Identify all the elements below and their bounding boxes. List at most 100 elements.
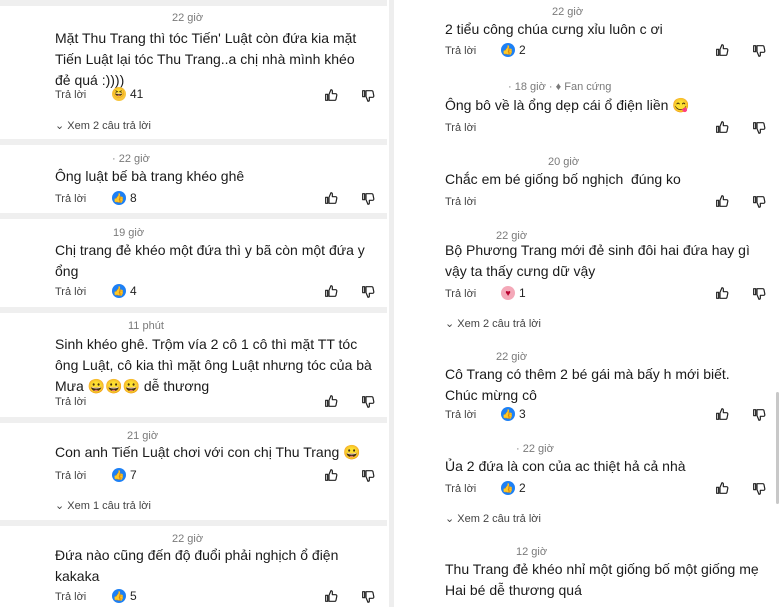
like-badge-icon: 👍 xyxy=(501,481,515,495)
like-icon[interactable] xyxy=(323,190,339,206)
like-icon[interactable] xyxy=(323,87,339,103)
fan-badge: Fan cứng xyxy=(564,81,612,93)
like-icon[interactable] xyxy=(714,480,730,496)
reaction-number: 7 xyxy=(130,468,137,482)
comment-time: 20 giờ xyxy=(548,156,580,168)
chevron-down-icon: ⌄ xyxy=(55,120,65,132)
reply-button[interactable]: Trả lời xyxy=(445,483,476,495)
comment-text: Thu Trang đẻ khéo nhỉ một giống bố một g… xyxy=(445,561,759,598)
reaction-count[interactable]: 👍 5 xyxy=(112,589,137,603)
like-badge-icon: 👍 xyxy=(112,191,126,205)
reply-button[interactable]: Trả lời xyxy=(55,286,86,298)
reaction-number: 2 xyxy=(519,481,526,495)
like-icon[interactable] xyxy=(714,119,730,135)
like-badge-icon: 👍 xyxy=(501,407,515,421)
reaction-number: 4 xyxy=(130,284,137,298)
reaction-count[interactable]: ♥ 1 xyxy=(501,286,526,300)
reaction-count[interactable]: 👍 4 xyxy=(112,284,137,298)
reply-button[interactable]: Trả lời xyxy=(55,470,86,482)
like-icon[interactable] xyxy=(714,406,730,422)
dislike-icon[interactable] xyxy=(360,284,376,300)
dislike-icon[interactable] xyxy=(751,481,767,497)
reaction-count[interactable]: 👍 2 xyxy=(501,481,526,495)
view-replies-label: Xem 1 câu trả lời xyxy=(67,500,151,512)
reply-button[interactable]: Trả lời xyxy=(445,196,476,208)
chevron-down-icon: ⌄ xyxy=(445,513,455,525)
comment-time: 22 giờ xyxy=(552,6,584,18)
fan-badge-icon: ♦ xyxy=(555,81,562,93)
dislike-icon[interactable] xyxy=(751,407,767,423)
love-badge-icon: ♥ xyxy=(501,286,515,300)
reaction-count[interactable]: 👍 7 xyxy=(112,468,137,482)
reply-button[interactable]: Trả lời xyxy=(55,89,86,101)
comment-time: · 22 giờ xyxy=(516,443,554,455)
reaction-count[interactable]: 😆 41 xyxy=(112,87,143,101)
separator xyxy=(0,213,387,219)
comment-text: 2 tiểu công chúa cưng xỉu luôn c ơi xyxy=(445,21,663,37)
view-replies-link[interactable]: ⌄ Xem 2 câu trả lời xyxy=(445,317,541,330)
reaction-number: 1 xyxy=(519,286,526,300)
comment-text: Ông luật bế bà trang khéo ghê xyxy=(55,168,245,184)
reaction-number: 5 xyxy=(130,589,137,603)
right-comment-column: 22 giờ 2 tiểu công chúa cưng xỉu luôn c … xyxy=(396,0,780,607)
reply-button[interactable]: Trả lời xyxy=(445,122,476,134)
comment-time: 12 giờ xyxy=(516,546,548,558)
comment-time: 19 giờ xyxy=(113,227,145,239)
comment-text: Cô Trang có thêm 2 bé gái mà bấy h mới b… xyxy=(445,366,730,403)
reaction-count[interactable]: 👍 8 xyxy=(112,191,137,205)
dislike-icon[interactable] xyxy=(751,120,767,136)
like-icon[interactable] xyxy=(714,285,730,301)
like-badge-icon: 👍 xyxy=(112,284,126,298)
reaction-count[interactable]: 👍 2 xyxy=(501,43,526,57)
reply-button[interactable]: Trả lời xyxy=(55,396,86,408)
comment-text: Con anh Tiến Luật chơi với con chị Thu T… xyxy=(55,444,361,460)
reaction-count[interactable]: 👍 3 xyxy=(501,407,526,421)
reply-button[interactable]: Trả lời xyxy=(445,409,476,421)
chevron-down-icon: ⌄ xyxy=(55,500,65,512)
like-icon[interactable] xyxy=(323,393,339,409)
comment-time: 22 giờ xyxy=(172,533,204,545)
reaction-number: 2 xyxy=(519,43,526,57)
dislike-icon[interactable] xyxy=(751,194,767,210)
dislike-icon[interactable] xyxy=(751,43,767,59)
like-icon[interactable] xyxy=(323,588,339,604)
view-replies-link[interactable]: ⌄ Xem 2 câu trả lời xyxy=(55,119,151,132)
reply-button[interactable]: Trả lời xyxy=(55,591,86,603)
dislike-icon[interactable] xyxy=(360,88,376,104)
reply-button[interactable]: Trả lời xyxy=(55,193,86,205)
reaction-number: 41 xyxy=(130,87,144,101)
scrollbar[interactable] xyxy=(776,392,779,504)
comment-text: Chị trang đẻ khéo một đứa thì y bã còn m… xyxy=(55,242,365,279)
separator xyxy=(0,417,387,423)
like-icon[interactable] xyxy=(323,283,339,299)
view-replies-label: Xem 2 câu trả lời xyxy=(67,120,151,132)
chevron-down-icon: ⌄ xyxy=(445,318,455,330)
dislike-icon[interactable] xyxy=(360,589,376,605)
like-icon[interactable] xyxy=(323,467,339,483)
comment-time: 21 giờ xyxy=(127,430,159,442)
like-badge-icon: 👍 xyxy=(112,468,126,482)
dislike-icon[interactable] xyxy=(360,191,376,207)
comment-text: Bộ Phương Trang mới đẻ sinh đôi hai đứa … xyxy=(445,242,750,279)
like-badge-icon: 👍 xyxy=(501,43,515,57)
dislike-icon[interactable] xyxy=(360,394,376,410)
reply-button[interactable]: Trả lời xyxy=(445,45,476,57)
like-icon[interactable] xyxy=(714,193,730,209)
comment-text: Mặt Thu Trang thì tóc Tiến' Luật còn đứa… xyxy=(55,30,357,88)
view-replies-link[interactable]: ⌄ Xem 2 câu trả lời xyxy=(445,512,541,525)
column-divider xyxy=(389,0,394,607)
reaction-number: 8 xyxy=(130,191,137,205)
view-replies-link[interactable]: ⌄ Xem 1 câu trả lời xyxy=(55,499,151,512)
separator xyxy=(0,0,387,6)
dislike-icon[interactable] xyxy=(360,468,376,484)
reply-button[interactable]: Trả lời xyxy=(445,288,476,300)
dislike-icon[interactable] xyxy=(751,286,767,302)
comment-text: Ông bô về là ổng dẹp cái ổ điện liền 😋 xyxy=(445,97,690,113)
comment-time: · 18 giờ · ♦ Fan cứng xyxy=(508,81,612,93)
view-replies-label: Xem 2 câu trả lời xyxy=(457,318,541,330)
haha-icon: 😆 xyxy=(112,87,126,101)
like-icon[interactable] xyxy=(714,42,730,58)
comment-text: Chắc em bé giống bố nghịch đúng ko xyxy=(445,171,681,187)
comment-time: 22 giờ xyxy=(496,351,528,363)
comment-time: · 22 giờ xyxy=(112,153,150,165)
